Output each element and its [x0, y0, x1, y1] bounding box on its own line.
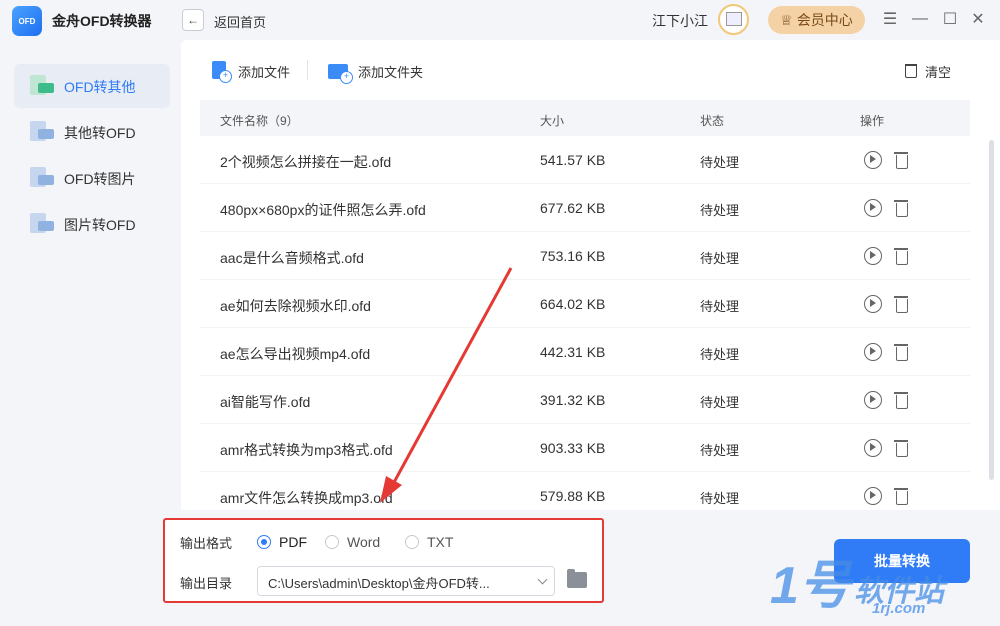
- file-name: ae如何去除视频水印.ofd: [220, 298, 371, 314]
- play-icon[interactable]: [864, 439, 882, 457]
- app-logo: OFD: [12, 6, 42, 36]
- column-status: 状态: [700, 114, 725, 128]
- trash-icon[interactable]: [894, 439, 908, 457]
- table-row[interactable]: amr格式转换为mp3格式.ofd 903.33 KB 待处理: [200, 424, 970, 472]
- table-header: 文件名称（9） 大小 状态 操作: [200, 100, 970, 136]
- chevron-down-icon: [537, 574, 548, 585]
- output-dir-select[interactable]: C:\Users\admin\Desktop\金舟OFD转...: [257, 566, 555, 596]
- add-folder-icon: [328, 61, 353, 84]
- column-action: 操作: [860, 114, 885, 128]
- column-name: 文件名称（9）: [220, 114, 299, 128]
- file-table-body: 2个视频怎么拼接在一起.ofd 541.57 KB 待处理 480px×680p…: [200, 136, 970, 520]
- back-home-link[interactable]: 返回首页: [214, 12, 266, 31]
- toolbar-divider: [307, 60, 308, 80]
- minimize-icon[interactable]: —: [910, 9, 930, 29]
- clear-button[interactable]: 清空: [905, 60, 951, 82]
- add-folder-button[interactable]: 添加文件夹: [328, 60, 423, 84]
- file-name: 480px×680px的证件照怎么弄.ofd: [220, 202, 426, 218]
- trash-icon: [905, 64, 917, 78]
- file-size: 391.32 KB: [540, 392, 606, 408]
- play-icon[interactable]: [864, 487, 882, 505]
- crown-icon: ♕: [780, 11, 793, 28]
- trash-icon[interactable]: [894, 247, 908, 265]
- output-format-label: 输出格式: [180, 536, 233, 551]
- file-status: 待处理: [700, 299, 740, 314]
- play-icon[interactable]: [864, 295, 882, 313]
- user-name[interactable]: 江下小江: [652, 11, 708, 31]
- file-name: ae怎么导出视频mp4.ofd: [220, 346, 371, 362]
- table-row[interactable]: 480px×680px的证件照怎么弄.ofd 677.62 KB 待处理: [200, 184, 970, 232]
- file-name: aac是什么音频格式.ofd: [220, 250, 364, 266]
- folder-icon[interactable]: [567, 569, 587, 588]
- table-row[interactable]: ai智能写作.ofd 391.32 KB 待处理: [200, 376, 970, 424]
- close-icon[interactable]: ✕: [968, 9, 988, 29]
- file-name: amr文件怎么转换成mp3.ofd: [220, 490, 393, 506]
- output-dir-label: 输出目录: [180, 576, 233, 591]
- watermark-logo: 1号 软件站 1rj.com: [770, 557, 944, 617]
- menu-icon[interactable]: ☰: [880, 9, 900, 29]
- file-size: 664.02 KB: [540, 296, 606, 312]
- play-icon[interactable]: [864, 199, 882, 217]
- back-button[interactable]: ←: [182, 9, 204, 31]
- format-radio-word[interactable]: Word: [325, 533, 380, 551]
- file-name: ai智能写作.ofd: [220, 394, 311, 410]
- file-status: 待处理: [700, 251, 740, 266]
- sidebar-item-other-to-ofd[interactable]: 其他转OFD: [14, 110, 170, 154]
- column-size: 大小: [540, 114, 565, 128]
- format-radio-pdf[interactable]: PDF: [257, 533, 307, 551]
- file-name: 2个视频怎么拼接在一起.ofd: [220, 154, 392, 170]
- file-status: 待处理: [700, 395, 740, 410]
- table-row[interactable]: ae怎么导出视频mp4.ofd 442.31 KB 待处理: [200, 328, 970, 376]
- avatar[interactable]: [718, 4, 749, 35]
- file-list-panel: 添加文件 添加文件夹 清空 文件名称（9） 大小 状态 操作 2个视频怎么拼接在…: [181, 40, 1000, 520]
- sidebar-item-ofd-to-other[interactable]: OFD转其他: [14, 64, 170, 108]
- scrollbar[interactable]: [989, 140, 994, 480]
- format-radio-txt[interactable]: TXT: [405, 533, 453, 551]
- radio-icon: [257, 535, 271, 549]
- file-size: 579.88 KB: [540, 488, 606, 504]
- trash-icon[interactable]: [894, 343, 908, 361]
- app-title: 金舟OFD转换器: [52, 13, 152, 29]
- table-row[interactable]: 2个视频怎么拼接在一起.ofd 541.57 KB 待处理: [200, 136, 970, 184]
- file-status: 待处理: [700, 491, 740, 506]
- table-row[interactable]: aac是什么音频格式.ofd 753.16 KB 待处理: [200, 232, 970, 280]
- table-row[interactable]: amr文件怎么转换成mp3.ofd 579.88 KB 待处理: [200, 472, 970, 520]
- add-file-icon: [212, 61, 232, 83]
- image-convert-icon: [30, 167, 54, 189]
- file-convert-icon: [30, 121, 54, 143]
- title-bar: OFD 金舟OFD转换器 ← 返回首页 江下小江 ♕ 会员中心 ☰ — ☐ ✕: [0, 0, 1000, 40]
- maximize-icon[interactable]: ☐: [940, 9, 960, 29]
- trash-icon[interactable]: [894, 487, 908, 505]
- file-size: 442.31 KB: [540, 344, 606, 360]
- play-icon[interactable]: [864, 151, 882, 169]
- arrow-left-icon: ←: [187, 13, 199, 27]
- sidebar-item-ofd-to-image[interactable]: OFD转图片: [14, 156, 170, 200]
- file-size: 903.33 KB: [540, 440, 606, 456]
- file-status: 待处理: [700, 155, 740, 170]
- vip-center-button[interactable]: ♕ 会员中心: [768, 6, 865, 34]
- play-icon[interactable]: [864, 391, 882, 409]
- trash-icon[interactable]: [894, 295, 908, 313]
- output-settings: 输出格式 PDF Word TXT 输出目录 C:\Users\admin\De…: [163, 518, 604, 603]
- trash-icon[interactable]: [894, 151, 908, 169]
- trash-icon[interactable]: [894, 391, 908, 409]
- file-size: 677.62 KB: [540, 200, 606, 216]
- table-row[interactable]: ae如何去除视频水印.ofd 664.02 KB 待处理: [200, 280, 970, 328]
- trash-icon[interactable]: [894, 199, 908, 217]
- sidebar-item-image-to-ofd[interactable]: 图片转OFD: [14, 202, 170, 246]
- play-icon[interactable]: [864, 247, 882, 265]
- file-status: 待处理: [700, 347, 740, 362]
- add-file-button[interactable]: 添加文件: [212, 60, 290, 83]
- sidebar: OFD转其他 其他转OFD OFD转图片 图片转OFD: [0, 62, 180, 248]
- file-name: amr格式转换为mp3格式.ofd: [220, 442, 393, 458]
- file-size: 753.16 KB: [540, 248, 606, 264]
- play-icon[interactable]: [864, 343, 882, 361]
- file-status: 待处理: [700, 443, 740, 458]
- file-status: 待处理: [700, 203, 740, 218]
- radio-icon: [405, 535, 419, 549]
- radio-icon: [325, 535, 339, 549]
- picture-icon: [30, 213, 54, 235]
- ofd-convert-icon: [30, 75, 54, 97]
- file-size: 541.57 KB: [540, 152, 606, 168]
